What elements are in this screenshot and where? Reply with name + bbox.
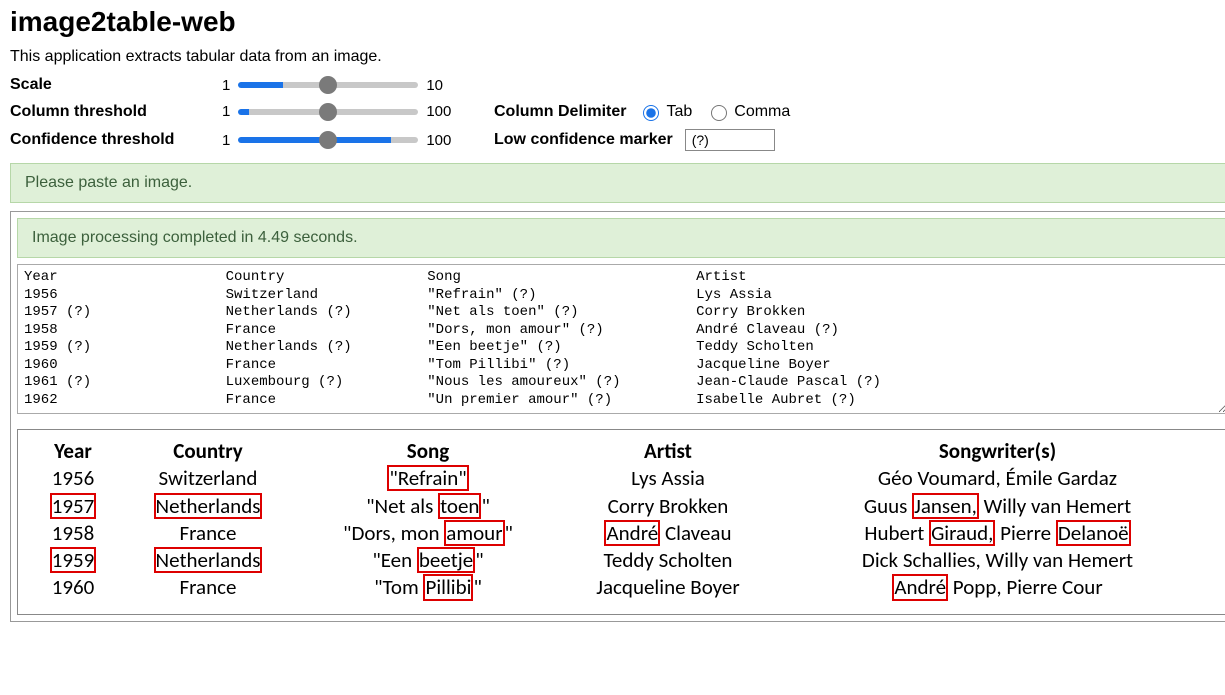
delimiter-group: Tab Comma [638,102,790,121]
preview-cell: 1957 [28,493,118,520]
preview-cell: 1958 [28,520,118,547]
conf-threshold-slider[interactable] [238,137,418,143]
preview-cell: Netherlands [118,493,298,520]
col-threshold-row: Column threshold 1 100 Column Delimiter … [10,102,1225,121]
conf-max: 100 [426,132,451,149]
image-preview: Year Country Song Artist Songwriter(s) 1… [17,429,1225,615]
lowconf-label: Low confidence marker [494,131,673,149]
lowconf-input[interactable] [685,129,775,151]
delimiter-tab-label: Tab [666,103,692,121]
preview-cell: 1960 [28,574,118,601]
preview-cell: Switzerland [118,465,298,492]
preview-cell: "Een beetje" [298,547,558,574]
delimiter-comma-label: Comma [734,103,790,121]
preview-row: 1959Netherlands"Een beetje"Teddy Scholte… [28,547,1217,574]
scale-label: Scale [10,76,210,94]
preview-cell: "Tom Pillibi" [298,574,558,601]
conf-threshold-label: Confidence threshold [10,131,210,149]
preview-cell: Géo Voumard, Émile Gardaz [778,465,1217,492]
preview-cell: "Net als toen" [298,493,558,520]
delimiter-label: Column Delimiter [494,103,626,121]
preview-cell: Hubert Giraud, Pierre Delanoë [778,520,1217,547]
preview-cell: Jacqueline Boyer [558,574,778,601]
preview-row: 1960France"Tom Pillibi"Jacqueline BoyerA… [28,574,1217,601]
delimiter-comma-radio[interactable] [711,105,727,121]
description: This application extracts tabular data f… [10,48,1225,66]
paste-banner: Please paste an image. [10,163,1225,203]
result-panel: Image processing completed in 4.49 secon… [10,211,1225,622]
preview-cell: "Refrain" [298,465,558,492]
scale-max: 10 [426,77,443,94]
delimiter-tab-radio[interactable] [643,105,659,121]
preview-cell: "Dors, mon amour" [298,520,558,547]
preview-cell: Dick Schallies, Willy van Hemert [778,547,1217,574]
preview-cell: André Claveau [558,520,778,547]
conf-threshold-row: Confidence threshold 1 100 Low confidenc… [10,129,1225,151]
preview-h-sw: Songwriter(s) [778,438,1217,465]
preview-h-country: Country [118,438,298,465]
col-max: 100 [426,103,451,120]
page-title: image2table-web [10,6,1225,38]
preview-cell: André Popp, Pierre Cour [778,574,1217,601]
output-textarea[interactable] [17,264,1225,414]
preview-cell: Netherlands [118,547,298,574]
preview-cell: 1959 [28,547,118,574]
col-threshold-label: Column threshold [10,103,210,121]
preview-cell: France [118,520,298,547]
scale-row: Scale 1 10 [10,76,1225,94]
controls: Scale 1 10 Column threshold 1 100 Column… [10,76,1225,151]
scale-slider[interactable] [238,82,418,88]
preview-cell: Teddy Scholten [558,547,778,574]
preview-cell: Lys Assia [558,465,778,492]
preview-h-year: Year [28,438,118,465]
col-threshold-slider[interactable] [238,109,418,115]
preview-row: 1958France"Dors, mon amour"André Claveau… [28,520,1217,547]
preview-cell: 1956 [28,465,118,492]
preview-row: 1957Netherlands"Net als toen"Corry Brokk… [28,493,1217,520]
scale-min: 1 [222,77,230,94]
preview-h-artist: Artist [558,438,778,465]
preview-cell: Corry Brokken [558,493,778,520]
status-banner: Image processing completed in 4.49 secon… [17,218,1225,258]
preview-cell: Guus Jansen, Willy van Hemert [778,493,1217,520]
preview-cell: France [118,574,298,601]
preview-row: 1956Switzerland"Refrain"Lys AssiaGéo Vou… [28,465,1217,492]
col-min: 1 [222,103,230,120]
conf-min: 1 [222,132,230,149]
preview-h-song: Song [298,438,558,465]
preview-header: Year Country Song Artist Songwriter(s) [28,438,1217,465]
